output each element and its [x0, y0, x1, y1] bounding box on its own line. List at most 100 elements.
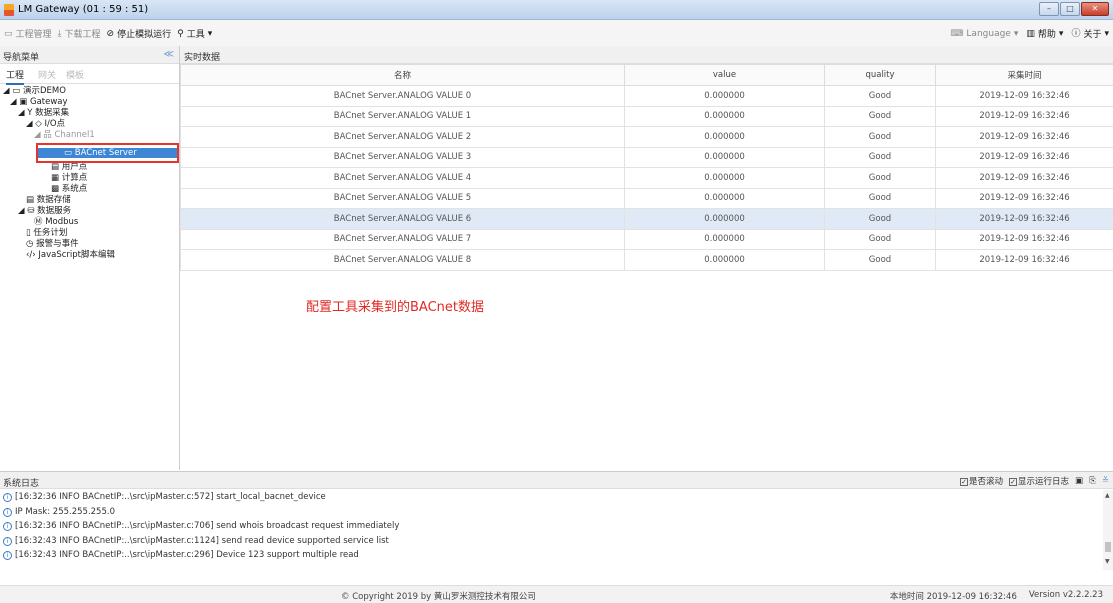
menu-project-mgmt[interactable]: ▭ 工程管理	[4, 27, 52, 41]
collapse-log-icon[interactable]: ≚	[1102, 476, 1109, 486]
tree-item-system-points[interactable]: ▩ 系统点	[51, 184, 87, 194]
scroll-thumb[interactable]	[1105, 542, 1111, 552]
close-button[interactable]: ✕	[1081, 2, 1109, 16]
cell-quality: Good	[824, 228, 936, 250]
cell-time: 2019-12-09 16:32:46	[935, 85, 1113, 107]
annotation-text: 配置工具采集到的BACnet数据	[306, 300, 484, 315]
cell-value: 0.000000	[624, 105, 825, 127]
tree-item-data-collection[interactable]: ◢ Y 数据采集	[18, 108, 69, 118]
checkmark-icon: ✓	[960, 478, 968, 486]
tree-item-channel[interactable]: ◢ 品 Channel1	[34, 130, 95, 140]
cell-time: 2019-12-09 16:32:46	[935, 208, 1113, 230]
table-row[interactable]: BACnet Server.ANALOG VALUE 2 0.000000 Good…	[180, 126, 1113, 148]
tree-item-gateway[interactable]: ◢ ▣ Gateway	[10, 97, 68, 107]
log-scrollbar[interactable]: ▲ ▼	[1103, 490, 1113, 570]
column-header-name[interactable]: 名称	[180, 64, 625, 86]
cell-value: 0.000000	[624, 249, 825, 271]
network-icon: 品	[43, 130, 52, 140]
menu-language[interactable]: ⌨ Language ▾	[950, 29, 1018, 39]
tab-gateway[interactable]: 网关	[38, 68, 56, 81]
folder-icon: ▭	[4, 28, 13, 39]
table-row[interactable]: BACnet Server.ANALOG VALUE 4 0.000000 Good…	[180, 167, 1113, 189]
window-controls: – □ ✕	[1039, 2, 1109, 16]
language-icon: ⌨	[950, 28, 964, 39]
cell-value: 0.000000	[624, 146, 825, 168]
table-row[interactable]: BACnet Server.ANALOG VALUE 0 0.000000 Good…	[180, 85, 1113, 107]
stop-icon: ⊘	[106, 28, 115, 39]
table-row[interactable]: BACnet Server.ANALOG VALUE 1 0.000000 Good…	[180, 105, 1113, 127]
cell-quality: Good	[824, 167, 936, 189]
tree-item-modbus[interactable]: Ⓜ Modbus	[34, 217, 78, 227]
info-icon: i	[3, 551, 12, 560]
table-row[interactable]: BACnet Server.ANALOG VALUE 5 0.000000 Good…	[180, 187, 1113, 209]
table-row[interactable]: BACnet Server.ANALOG VALUE 7 0.000000 Good…	[180, 228, 1113, 250]
clear-log-icon[interactable]: ▣	[1075, 476, 1083, 486]
tab-project[interactable]: 工程	[6, 68, 25, 85]
menu-stop-simulation[interactable]: ⊘ 停止模拟运行	[106, 27, 172, 41]
code-icon: ‹/›	[26, 250, 36, 260]
column-header-time[interactable]: 采集时间	[935, 64, 1113, 86]
tab-template[interactable]: 模板	[66, 68, 84, 81]
window-title: LM Gateway (01 : 59 : 51)	[18, 4, 149, 15]
nav-tabs: 工程 网关 模板	[0, 64, 180, 85]
cell-name: BACnet Server.ANALOG VALUE 3	[180, 146, 625, 168]
table-row[interactable]: BACnet Server.ANALOG VALUE 6 0.000000 Good…	[180, 208, 1113, 230]
info-icon: i	[3, 536, 12, 546]
filter-icon: Y	[27, 108, 33, 118]
version-text: Version v2.2.2.23	[1028, 590, 1103, 600]
log-text: [16:32:43 INFO BACnetIP:..\src\ipMaster.…	[15, 535, 389, 546]
cell-quality: Good	[824, 187, 936, 209]
minimize-button[interactable]: –	[1039, 2, 1059, 16]
status-bar: © Copyright 2019 by 黄山罗米测控技术有限公司 本地时间 20…	[0, 585, 1113, 603]
cell-value: 0.000000	[624, 187, 825, 209]
cell-quality: Good	[824, 85, 936, 107]
cell-value: 0.000000	[624, 85, 825, 107]
tree-item-user-points[interactable]: ▤ 用户点	[51, 162, 87, 172]
cell-name: BACnet Server.ANALOG VALUE 5	[180, 187, 625, 209]
tree-item-js-editor[interactable]: ‹/› JavaScript脚本编辑	[26, 250, 115, 260]
cell-time: 2019-12-09 16:32:46	[935, 249, 1113, 271]
cell-time: 2019-12-09 16:32:46	[935, 228, 1113, 250]
cell-name: BACnet Server.ANALOG VALUE 7	[180, 228, 625, 250]
table-row[interactable]: BACnet Server.ANALOG VALUE 8 0.000000 Good…	[180, 249, 1113, 271]
autoscroll-checkbox[interactable]: ✓ 是否滚动	[960, 475, 1003, 487]
menu-about[interactable]: ⓘ 关于 ▾	[1071, 27, 1109, 41]
expanded-icon: ◢	[26, 119, 33, 129]
tree-item-io-points[interactable]: ◢ ◇ I/O点	[26, 119, 65, 129]
grid-icon: ▩	[51, 184, 60, 194]
nav-title: 导航菜单	[3, 53, 40, 63]
expanded-icon: ◢	[3, 86, 10, 96]
log-text: [16:32:36 INFO BACnetIP:..\src\ipMaster.…	[15, 521, 400, 531]
table-row[interactable]: BACnet Server.ANALOG VALUE 3 0.000000 Good…	[180, 146, 1113, 168]
collapse-icon[interactable]: ≪	[164, 49, 174, 60]
cell-time: 2019-12-09 16:32:46	[935, 146, 1113, 168]
log-line: i [16:32:36 INFO BACnetIP:..\src\ipMaster…	[3, 492, 326, 503]
tag-icon: ◇	[35, 119, 42, 129]
tree-item-demo[interactable]: ◢ ▭ 演示DEMO	[3, 86, 66, 96]
expanded-icon: ◢	[10, 97, 17, 107]
cell-name: BACnet Server.ANALOG VALUE 8	[180, 249, 625, 271]
cell-name: BACnet Server.ANALOG VALUE 0	[180, 85, 625, 107]
log-body: i [16:32:36 INFO BACnetIP:..\src\ipMaster…	[0, 490, 1103, 570]
database-icon: ▤	[26, 195, 35, 205]
column-header-quality[interactable]: quality	[824, 64, 936, 86]
maximize-button[interactable]: □	[1060, 2, 1080, 16]
tree-item-task-plan[interactable]: ▯ 任务计划	[26, 228, 67, 238]
column-header-value[interactable]: value	[624, 64, 825, 86]
computer-icon: ▭	[12, 86, 21, 96]
tree-item-data-service[interactable]: ◢ ⛁ 数据服务	[18, 206, 71, 216]
scroll-up-icon[interactable]: ▲	[1105, 492, 1110, 499]
tree-item-alarm-event[interactable]: ◷ 报警与事件	[26, 239, 79, 249]
app-icon	[4, 4, 14, 16]
cell-quality: Good	[824, 249, 936, 271]
scroll-down-icon[interactable]: ▼	[1105, 558, 1110, 565]
wrench-icon: ⚲	[177, 28, 184, 39]
menu-download-project[interactable]: ⤓ 下载工程	[58, 27, 101, 41]
menu-help[interactable]: ▥ 帮助 ▾	[1026, 27, 1063, 41]
copy-log-icon[interactable]: ⎘	[1089, 476, 1096, 486]
tree-item-data-storage[interactable]: ▤ 数据存储	[26, 195, 71, 205]
menu-tools[interactable]: ⚲ 工具 ▾	[177, 27, 212, 41]
info-icon: i	[3, 507, 12, 517]
tree-item-calc-points[interactable]: ▦ 计算点	[51, 173, 87, 183]
show-runtime-log-checkbox[interactable]: ✓ 显示运行日志	[1009, 475, 1069, 487]
